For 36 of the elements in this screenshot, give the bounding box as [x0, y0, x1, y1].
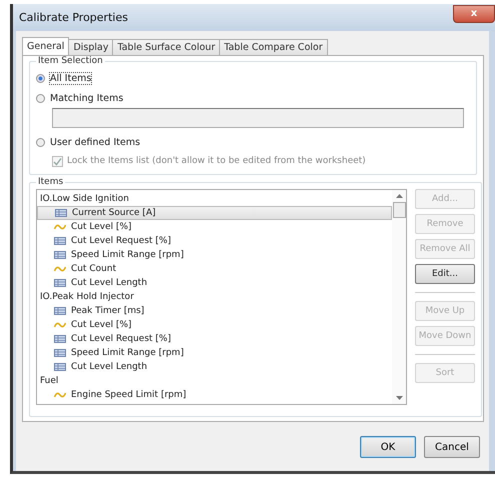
radio-label[interactable]: User defined Items [50, 136, 140, 148]
tab[interactable]: Table Surface Colour [112, 39, 220, 55]
radio-button[interactable] [36, 138, 45, 146]
dialog-button[interactable]: OK [360, 436, 416, 458]
tree-item[interactable]: Cut Level Request [%] [37, 234, 392, 248]
scroll-down-icon[interactable] [396, 396, 402, 400]
tab[interactable]: Table Compare Color [219, 39, 328, 55]
tree-item[interactable]: Current Source [A] [37, 206, 392, 220]
scroll-thumb[interactable] [392, 202, 406, 218]
radio-label[interactable]: All Items [50, 72, 92, 84]
tree-item[interactable]: Speed Limit Range [rpm] [37, 248, 392, 262]
tree-item[interactable]: Cut Count [37, 262, 392, 276]
tree-item[interactable]: Peak Timer [ms] [37, 304, 392, 318]
side-button[interactable]: Edit... [415, 264, 475, 284]
group-title: Items [37, 177, 64, 187]
dialog-button[interactable]: Cancel [424, 436, 480, 458]
tree-group-item[interactable]: IO.Peak Hold Injector [37, 290, 392, 304]
input-field[interactable] [52, 108, 464, 128]
tree-group-item[interactable]: IO.Low Side Ignition [37, 192, 392, 206]
tree-item[interactable]: Speed Limit Range [rpm] [37, 346, 392, 360]
tree-item[interactable]: Engine Speed Limit [rpm] [37, 388, 392, 402]
scrollbar[interactable] [392, 190, 406, 404]
radio-label[interactable]: Matching Items [50, 92, 124, 104]
tree-item[interactable]: Cut Level [%] [37, 318, 392, 332]
scroll-up-icon[interactable] [396, 194, 402, 198]
tree-item[interactable]: Cut Level Length [37, 360, 392, 374]
group-title: Item Selection [37, 56, 104, 66]
tab[interactable]: General [22, 37, 70, 55]
tree-item[interactable]: Cut Level [%] [37, 220, 392, 234]
tree-item[interactable]: Cut Level Request [%] [37, 332, 392, 346]
tree-group-item[interactable]: Fuel [37, 374, 392, 388]
radio-button[interactable] [36, 74, 45, 82]
window-title: Calibrate Properties [19, 11, 128, 24]
tree-item[interactable]: Cut Level Length [37, 276, 392, 290]
radio-button[interactable] [36, 94, 45, 102]
tab[interactable]: Display [68, 39, 114, 55]
